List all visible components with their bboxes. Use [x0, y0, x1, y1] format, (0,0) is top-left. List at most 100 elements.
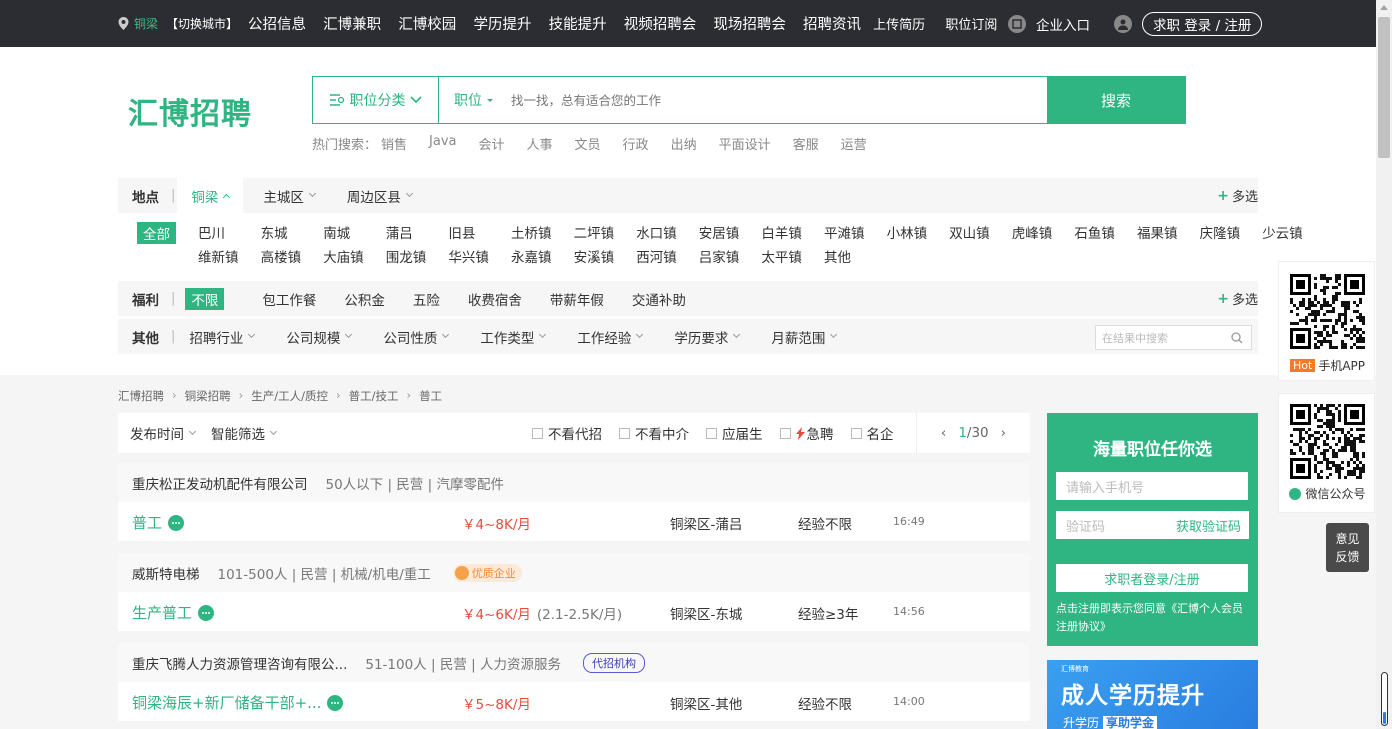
company-type-dropdown[interactable]: 公司性质: [383, 327, 450, 347]
hot-search-item[interactable]: 文员: [575, 134, 601, 153]
nav-link-onsite-fair[interactable]: 现场招聘会: [713, 17, 786, 33]
checkbox[interactable]: [779, 427, 791, 439]
check-no-intermediary[interactable]: 不看中介: [619, 423, 689, 443]
search-button[interactable]: 搜索: [1047, 77, 1185, 123]
hot-search-item[interactable]: 销售: [381, 134, 407, 153]
town-option[interactable]: 高楼镇: [261, 246, 302, 266]
switch-city-link[interactable]: 【切换城市】: [166, 15, 238, 32]
chat-icon[interactable]: [168, 514, 185, 531]
checkbox[interactable]: [850, 427, 862, 439]
town-option[interactable]: 蒲吕: [386, 222, 413, 242]
town-option[interactable]: 西河镇: [636, 246, 677, 266]
town-option[interactable]: 石鱼镇: [1074, 222, 1115, 242]
scrollbar-thumb[interactable]: [1378, 17, 1390, 158]
industry-dropdown[interactable]: 招聘行业: [189, 327, 256, 347]
breadcrumb-item[interactable]: 铜梁招聘: [185, 388, 231, 404]
breadcrumb-item[interactable]: 普工/技工: [349, 388, 399, 404]
job-category-dropdown[interactable]: 职位分类: [313, 77, 439, 123]
phone-input[interactable]: 请输入手机号: [1056, 472, 1248, 500]
agreement-text[interactable]: 点击注册即表示您同意《汇博个人会员注册协议》: [1056, 600, 1251, 636]
town-option[interactable]: 巴川: [198, 222, 225, 242]
town-option[interactable]: 安溪镇: [574, 246, 615, 266]
hot-search-item[interactable]: 人事: [527, 134, 553, 153]
company-size-dropdown[interactable]: 公司规模: [286, 327, 353, 347]
town-option[interactable]: 东城: [261, 222, 288, 242]
nav-link-gongzhao[interactable]: 公招信息: [248, 17, 306, 33]
salary-dropdown[interactable]: 月薪范围: [771, 327, 838, 347]
location-tab-surrounding[interactable]: 周边区县: [347, 186, 413, 206]
register-login-button[interactable]: 求职者登录/注册: [1056, 564, 1248, 592]
site-logo[interactable]: 汇博招聘: [128, 89, 252, 133]
town-option[interactable]: 二坪镇: [574, 222, 615, 242]
town-option[interactable]: 双山镇: [949, 222, 990, 242]
nav-link-news[interactable]: 招聘资讯: [803, 17, 861, 33]
town-option[interactable]: 庆隆镇: [1200, 222, 1241, 242]
welfare-option[interactable]: 交通补助: [632, 289, 686, 309]
wechat-qr-box[interactable]: 微信公众号: [1278, 393, 1375, 513]
page-scrollbar[interactable]: [1376, 0, 1392, 729]
job-title[interactable]: 生产普工: [132, 602, 192, 623]
town-option[interactable]: 少云镇: [1262, 222, 1303, 242]
prev-page-icon[interactable]: ‹: [941, 425, 946, 441]
job-row[interactable]: 普工 ￥4~8K/月 铜梁区-蒲吕 经验不限 16:49: [118, 502, 1030, 541]
enterprise-entry-link[interactable]: 企业入口: [1036, 14, 1090, 34]
town-option[interactable]: 大庙镇: [323, 246, 364, 266]
search-input[interactable]: [511, 77, 1047, 123]
education-dropdown[interactable]: 学历要求: [674, 327, 741, 347]
town-option[interactable]: 虎峰镇: [1012, 222, 1053, 242]
town-option[interactable]: 水口镇: [636, 222, 677, 242]
location-tab-main-city[interactable]: 主城区: [263, 186, 316, 206]
town-option[interactable]: 土桥镇: [511, 222, 552, 242]
login-register-button[interactable]: 求职 登录 / 注册: [1142, 11, 1263, 36]
code-input[interactable]: 验证码 获取验证码: [1056, 511, 1249, 539]
town-option[interactable]: 平滩镇: [824, 222, 865, 242]
get-code-button[interactable]: 获取验证码: [1176, 516, 1241, 535]
company-name[interactable]: 重庆松正发动机配件有限公司: [132, 473, 308, 493]
check-urgent[interactable]: 急聘: [779, 423, 834, 443]
sort-by-time[interactable]: 发布时间: [130, 423, 197, 443]
town-option[interactable]: 南城: [323, 222, 350, 242]
nav-link-education[interactable]: 学历提升: [473, 17, 531, 33]
job-row[interactable]: 生产普工 ￥4~6K/月 (2.1-2.5K/月) 铜梁区-东城 经验≥3年 14…: [118, 592, 1030, 631]
welfare-option[interactable]: 收费宿舍: [468, 289, 522, 309]
town-option[interactable]: 安居镇: [699, 222, 740, 242]
breadcrumb-item[interactable]: 汇博招聘: [118, 388, 164, 404]
welfare-option[interactable]: 包工作餐: [262, 289, 316, 309]
job-row[interactable]: 铜梁海辰+新厂储备干部+... ￥5~8K/月 铜梁区-其他 经验不限 14:0…: [118, 682, 1030, 721]
hot-search-item[interactable]: 运营: [841, 134, 867, 153]
hot-search-item[interactable]: 客服: [793, 134, 819, 153]
nav-link-video-fair[interactable]: 视频招聘会: [624, 17, 697, 33]
education-ad-banner[interactable]: 汇博教育 成人学历提升 升学历 享助学金: [1047, 660, 1258, 729]
hot-search-item[interactable]: 会计: [479, 134, 505, 153]
scroll-up-arrow-icon[interactable]: [1380, 5, 1388, 10]
city-location[interactable]: 铜梁: [118, 15, 158, 32]
nav-link-skills[interactable]: 技能提升: [549, 17, 607, 33]
town-option-all[interactable]: 全部: [137, 222, 176, 244]
search-in-results-input[interactable]: 在结果中搜索: [1095, 325, 1252, 350]
nav-link-parttime[interactable]: 汇博兼职: [323, 17, 381, 33]
nav-link-subscribe[interactable]: 职位订阅: [945, 18, 997, 33]
welfare-option[interactable]: 五险: [413, 289, 440, 309]
town-option[interactable]: 围龙镇: [386, 246, 427, 266]
nav-link-upload-resume[interactable]: 上传简历: [873, 18, 925, 33]
welfare-option-all[interactable]: 不限: [185, 287, 225, 310]
town-option[interactable]: 太平镇: [761, 246, 802, 266]
hot-search-item[interactable]: 行政: [623, 134, 649, 153]
welfare-multi-select[interactable]: + 多选: [1217, 281, 1258, 316]
job-type-dropdown[interactable]: 工作类型: [480, 327, 547, 347]
check-famous-company[interactable]: 名企: [850, 423, 894, 443]
feedback-button[interactable]: 意见 反馈: [1326, 523, 1369, 572]
town-option[interactable]: 华兴镇: [448, 246, 489, 266]
town-option[interactable]: 旧县: [448, 222, 475, 242]
location-tab-tongliang[interactable]: 铜梁: [177, 178, 244, 213]
town-option[interactable]: 永嘉镇: [511, 246, 552, 266]
smart-filter[interactable]: 智能筛选: [211, 423, 278, 443]
checkbox[interactable]: [532, 427, 543, 439]
search-type-dropdown[interactable]: 职位: [439, 77, 511, 123]
hot-search-item[interactable]: 出纳: [671, 134, 697, 153]
checkbox[interactable]: [706, 427, 717, 439]
welfare-option[interactable]: 带薪年假: [550, 289, 604, 309]
town-option[interactable]: 吕家镇: [699, 246, 740, 266]
town-option[interactable]: 维新镇: [198, 246, 239, 266]
town-option[interactable]: 其他: [824, 246, 851, 266]
